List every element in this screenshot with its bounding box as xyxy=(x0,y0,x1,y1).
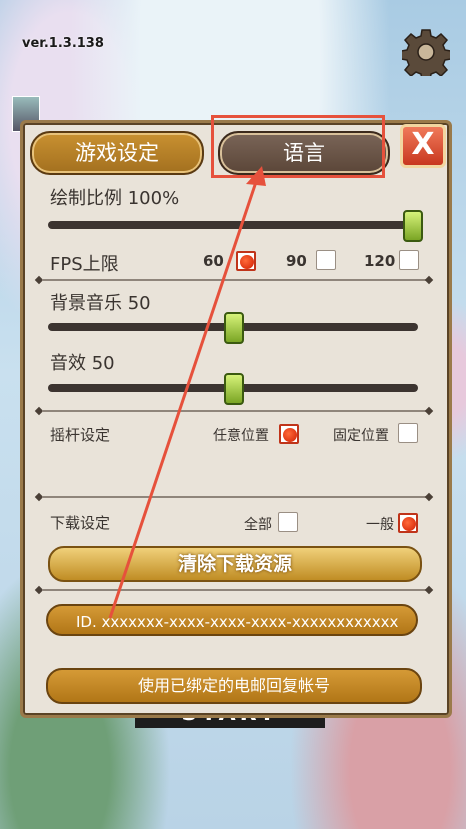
download-label: 下载设定 xyxy=(50,514,111,532)
joystick-fixed-checkbox[interactable] xyxy=(398,423,418,443)
account-id-button[interactable]: ID. xxxxxxx-xxxx-xxxx-xxxx-xxxxxxxxxxxx xyxy=(46,604,418,636)
divider xyxy=(42,589,426,591)
fps-option-60-label: 60 xyxy=(203,252,224,270)
download-option-all-label: 全部 xyxy=(244,517,272,533)
divider xyxy=(42,410,426,412)
bgm-slider-knob[interactable] xyxy=(224,312,244,344)
joystick-free-checkbox[interactable] xyxy=(279,424,299,444)
fps-label: FPS上限 xyxy=(50,254,119,275)
tab-game-settings[interactable]: 游戏设定 xyxy=(30,131,204,175)
download-all-checkbox[interactable] xyxy=(278,512,298,532)
sfx-label: 音效 50 xyxy=(50,353,115,374)
bgm-label: 背景音乐 50 xyxy=(50,293,151,314)
render-scale-slider-knob[interactable] xyxy=(403,210,423,242)
download-option-normal-label: 一般 xyxy=(366,517,394,533)
fps-120-checkbox[interactable] xyxy=(399,250,419,270)
download-normal-checkbox[interactable] xyxy=(398,513,418,533)
joystick-label: 摇杆设定 xyxy=(50,426,111,444)
sfx-slider-knob[interactable] xyxy=(224,373,244,405)
fps-90-checkbox[interactable] xyxy=(316,250,336,270)
divider xyxy=(42,279,426,281)
highlight-box xyxy=(211,115,385,178)
fps-option-90-label: 90 xyxy=(286,252,307,270)
render-scale-label: 绘制比例 100% xyxy=(50,188,180,209)
joystick-option-fixed-label: 固定位置 xyxy=(333,428,389,444)
fps-60-checkbox[interactable] xyxy=(236,251,256,271)
render-scale-slider-track[interactable] xyxy=(48,221,418,229)
joystick-option-free-label: 任意位置 xyxy=(213,428,269,444)
gear-icon[interactable] xyxy=(402,28,450,76)
divider xyxy=(42,496,426,498)
recover-account-button[interactable]: 使用已绑定的电邮回复帐号 xyxy=(46,668,422,704)
close-button[interactable]: X xyxy=(400,124,446,168)
version-label: ver.1.3.138 xyxy=(22,36,104,51)
fps-option-120-label: 120 xyxy=(364,252,396,270)
clear-download-button[interactable]: 清除下载资源 xyxy=(48,546,422,582)
